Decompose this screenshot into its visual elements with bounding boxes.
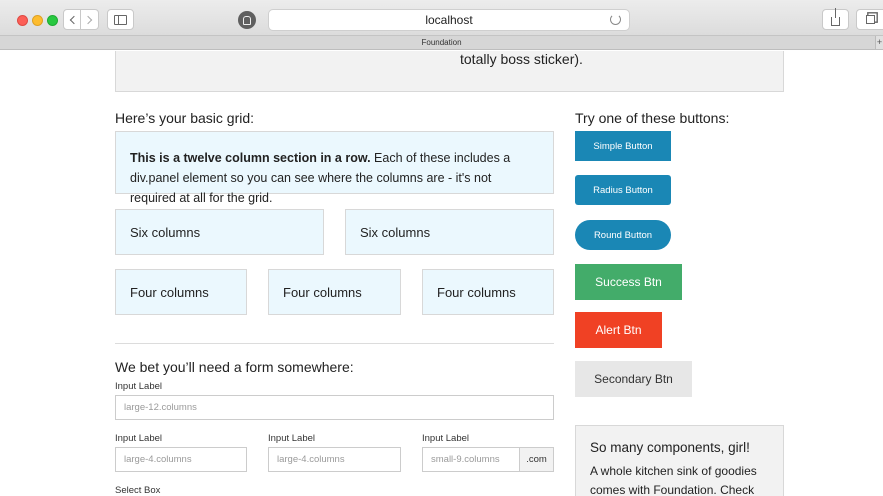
sidebar-icon	[114, 14, 127, 25]
simple-button[interactable]: Simple Button	[575, 131, 671, 161]
components-title: So many components, girl!	[590, 440, 750, 455]
text-input-large-4[interactable]: large-4.columns	[115, 447, 247, 472]
intro-panel: totally boss sticker).	[115, 51, 784, 92]
share-icon	[831, 8, 840, 26]
secondary-button[interactable]: Secondary Btn	[575, 361, 692, 397]
tab-foundation[interactable]: Foundation	[421, 38, 461, 47]
input-label: Input Label	[115, 381, 163, 392]
shield-icon	[243, 15, 251, 25]
input-label: Input Label	[268, 433, 316, 444]
close-window-button[interactable]	[17, 15, 28, 26]
minimize-window-button[interactable]	[32, 15, 43, 26]
four-column-panel: Four columns	[422, 269, 554, 315]
show-tabs-button[interactable]	[856, 9, 883, 30]
text-input-small-9[interactable]: small-9.columns	[422, 447, 520, 472]
round-button[interactable]: Round Button	[575, 220, 671, 250]
browser-toolbar: localhost	[0, 0, 883, 36]
intro-panel-text: totally boss sticker).	[460, 51, 583, 67]
six-column-panel: Six columns	[345, 209, 554, 255]
address-bar[interactable]: localhost	[268, 9, 630, 31]
four-column-panel: Four columns	[115, 269, 247, 315]
form-heading: We bet you’ll need a form somewhere:	[115, 359, 354, 375]
address-text: localhost	[425, 13, 473, 27]
privacy-report-button[interactable]	[238, 11, 256, 29]
sidebar-toggle-button[interactable]	[107, 9, 134, 30]
text-input-large-12[interactable]: large-12.columns	[115, 395, 554, 420]
components-body: A whole kitchen sink of goodies comes wi…	[590, 464, 757, 496]
page-content: totally boss sticker). Here’s your basic…	[0, 51, 883, 496]
input-placeholder: large-4.columns	[124, 454, 192, 465]
text-input-large-4[interactable]: large-4.columns	[268, 447, 401, 472]
divider	[115, 343, 554, 344]
six-column-panel: Six columns	[115, 209, 324, 255]
select-box-label: Select Box	[115, 485, 161, 496]
twelve-column-panel: This is a twelve column section in a row…	[115, 131, 554, 205]
input-label: Input Label	[115, 433, 163, 444]
chevron-right-icon	[83, 15, 93, 24]
input-placeholder: large-12.columns	[124, 402, 197, 413]
input-placeholder: small-9.columns	[431, 454, 500, 465]
share-button[interactable]	[822, 8, 849, 30]
components-panel: So many components, girl! A whole kitche…	[575, 425, 784, 496]
chevron-left-icon	[69, 15, 78, 24]
tabs-icon	[865, 15, 875, 24]
four-column-panel: Four columns	[268, 269, 401, 315]
alert-button[interactable]: Alert Btn	[575, 312, 662, 348]
grid-heading: Here’s your basic grid:	[115, 110, 255, 126]
back-button[interactable]	[63, 9, 81, 30]
success-button[interactable]: Success Btn	[575, 264, 682, 300]
twelve-column-bold: This is a twelve column section in a row…	[130, 151, 371, 165]
buttons-heading: Try one of these buttons:	[575, 110, 730, 126]
input-label: Input Label	[422, 433, 470, 444]
input-postfix: .com	[519, 447, 554, 472]
zoom-window-button[interactable]	[47, 15, 58, 26]
forward-button[interactable]	[81, 9, 99, 30]
radius-button[interactable]: Radius Button	[575, 175, 671, 205]
reload-icon[interactable]	[610, 14, 621, 25]
tab-bar: Foundation +	[0, 36, 883, 50]
new-tab-button[interactable]: +	[875, 36, 883, 49]
input-placeholder: large-4.columns	[277, 454, 345, 465]
